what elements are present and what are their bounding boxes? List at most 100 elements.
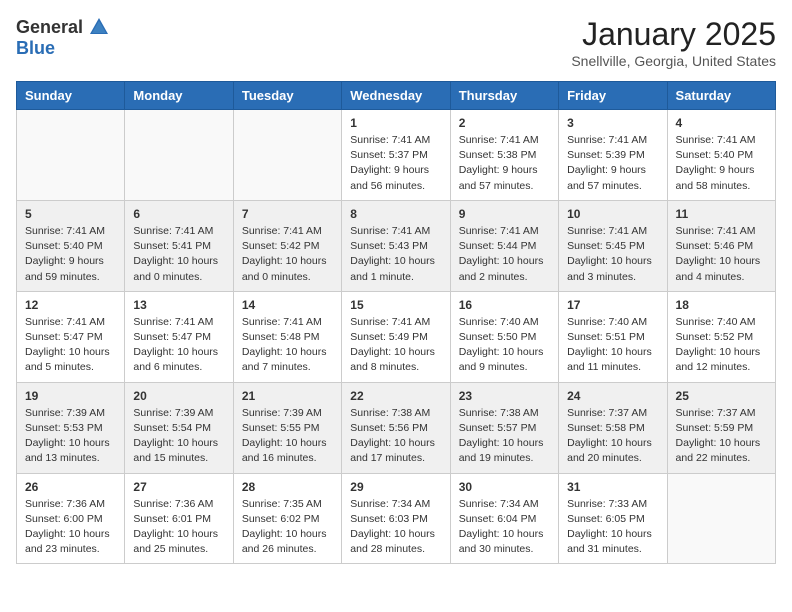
- day-info: Sunrise: 7:41 AM Sunset: 5:42 PM Dayligh…: [242, 224, 333, 285]
- day-number: 2: [459, 116, 550, 130]
- day-info: Sunrise: 7:39 AM Sunset: 5:55 PM Dayligh…: [242, 406, 333, 467]
- title-block: January 2025 Snellville, Georgia, United…: [571, 16, 776, 69]
- day-number: 5: [25, 207, 116, 221]
- calendar-week-row: 26 Sunrise: 7:36 AM Sunset: 6:00 PM Dayli…: [17, 473, 776, 564]
- day-info: Sunrise: 7:35 AM Sunset: 6:02 PM Dayligh…: [242, 497, 333, 558]
- day-number: 31: [567, 480, 658, 494]
- day-number: 10: [567, 207, 658, 221]
- day-number: 8: [350, 207, 441, 221]
- table-row: 30Sunrise: 7:34 AM Sunset: 6:04 PM Dayli…: [450, 473, 558, 564]
- day-info: Sunrise: 7:41 AM Sunset: 5:40 PM Dayligh…: [676, 133, 767, 194]
- table-row: 29 Sunrise: 7:34 AM Sunset: 6:03 PM Dayli…: [342, 473, 450, 564]
- table-row: 14 Sunrise: 7:41 AM Sunset: 5:48 PM Dayli…: [233, 291, 341, 382]
- day-info: Sunrise: 7:38 AM Sunset: 5:57 PM Dayligh…: [459, 406, 550, 467]
- day-number: 16: [459, 298, 550, 312]
- day-info: Sunrise: 7:36 AM Sunset: 6:00 PM Dayligh…: [25, 497, 116, 558]
- table-row: 6 Sunrise: 7:41 AM Sunset: 5:41 PM Daylig…: [125, 200, 233, 291]
- header-monday: Monday: [125, 82, 233, 110]
- day-number: 7: [242, 207, 333, 221]
- day-number: 21: [242, 389, 333, 403]
- day-info: Sunrise: 7:37 AM Sunset: 5:59 PM Dayligh…: [676, 406, 767, 467]
- day-number: 12: [25, 298, 116, 312]
- day-number: 14: [242, 298, 333, 312]
- table-row: [17, 110, 125, 201]
- day-number: 4: [676, 116, 767, 130]
- header-tuesday: Tuesday: [233, 82, 341, 110]
- day-info: Sunrise: 7:40 AM Sunset: 5:52 PM Dayligh…: [676, 315, 767, 376]
- day-info: Sunrise: 7:40 AM Sunset: 5:50 PM Dayligh…: [459, 315, 550, 376]
- day-info: Sunrise: 7:41 AM Sunset: 5:49 PM Dayligh…: [350, 315, 441, 376]
- day-number: 28: [242, 480, 333, 494]
- day-info: Sunrise: 7:34 AM Sunset: 6:03 PM Dayligh…: [350, 497, 441, 558]
- day-number: 29: [350, 480, 441, 494]
- table-row: [667, 473, 775, 564]
- table-row: 23 Sunrise: 7:38 AM Sunset: 5:57 PM Dayli…: [450, 382, 558, 473]
- table-row: 15Sunrise: 7:41 AM Sunset: 5:49 PM Dayli…: [342, 291, 450, 382]
- day-info: Sunrise: 7:39 AM Sunset: 5:54 PM Dayligh…: [133, 406, 224, 467]
- day-info: Sunrise: 7:41 AM Sunset: 5:37 PM Dayligh…: [350, 133, 441, 194]
- calendar-week-row: 19 Sunrise: 7:39 AM Sunset: 5:53 PM Dayli…: [17, 382, 776, 473]
- day-info: Sunrise: 7:41 AM Sunset: 5:38 PM Dayligh…: [459, 133, 550, 194]
- day-number: 26: [25, 480, 116, 494]
- table-row: 16 Sunrise: 7:40 AM Sunset: 5:50 PM Dayli…: [450, 291, 558, 382]
- day-number: 20: [133, 389, 224, 403]
- day-info: Sunrise: 7:41 AM Sunset: 5:39 PM Dayligh…: [567, 133, 658, 194]
- calendar-week-row: 12 Sunrise: 7:41 AM Sunset: 5:47 PM Dayli…: [17, 291, 776, 382]
- table-row: 26 Sunrise: 7:36 AM Sunset: 6:00 PM Dayli…: [17, 473, 125, 564]
- header-friday: Friday: [559, 82, 667, 110]
- table-row: 28 Sunrise: 7:35 AM Sunset: 6:02 PM Dayli…: [233, 473, 341, 564]
- day-info: Sunrise: 7:38 AM Sunset: 5:56 PM Dayligh…: [350, 406, 441, 467]
- header-wednesday: Wednesday: [342, 82, 450, 110]
- logo-general-text: General: [16, 17, 83, 38]
- day-number: 22: [350, 389, 441, 403]
- day-number: 24: [567, 389, 658, 403]
- table-row: 13Sunrise: 7:41 AM Sunset: 5:47 PM Dayli…: [125, 291, 233, 382]
- day-info: Sunrise: 7:40 AM Sunset: 5:51 PM Dayligh…: [567, 315, 658, 376]
- table-row: 22 Sunrise: 7:38 AM Sunset: 5:56 PM Dayli…: [342, 382, 450, 473]
- table-row: 5 Sunrise: 7:41 AM Sunset: 5:40 PM Daylig…: [17, 200, 125, 291]
- day-info: Sunrise: 7:41 AM Sunset: 5:41 PM Dayligh…: [133, 224, 224, 285]
- day-info: Sunrise: 7:41 AM Sunset: 5:46 PM Dayligh…: [676, 224, 767, 285]
- calendar-table: Sunday Monday Tuesday Wednesday Thursday…: [16, 81, 776, 564]
- calendar-header-row: Sunday Monday Tuesday Wednesday Thursday…: [17, 82, 776, 110]
- logo: General Blue: [16, 16, 110, 59]
- day-number: 1: [350, 116, 441, 130]
- day-info: Sunrise: 7:33 AM Sunset: 6:05 PM Dayligh…: [567, 497, 658, 558]
- day-info: Sunrise: 7:41 AM Sunset: 5:47 PM Dayligh…: [25, 315, 116, 376]
- day-number: 19: [25, 389, 116, 403]
- day-info: Sunrise: 7:41 AM Sunset: 5:43 PM Dayligh…: [350, 224, 441, 285]
- day-number: 6: [133, 207, 224, 221]
- header-saturday: Saturday: [667, 82, 775, 110]
- day-number: 23: [459, 389, 550, 403]
- table-row: 19 Sunrise: 7:39 AM Sunset: 5:53 PM Dayli…: [17, 382, 125, 473]
- day-number: 9: [459, 207, 550, 221]
- logo-blue-text: Blue: [16, 38, 55, 58]
- table-row: 1 Sunrise: 7:41 AM Sunset: 5:37 PM Daylig…: [342, 110, 450, 201]
- calendar-week-row: 1 Sunrise: 7:41 AM Sunset: 5:37 PM Daylig…: [17, 110, 776, 201]
- table-row: 18Sunrise: 7:40 AM Sunset: 5:52 PM Dayli…: [667, 291, 775, 382]
- table-row: [125, 110, 233, 201]
- day-info: Sunrise: 7:41 AM Sunset: 5:45 PM Dayligh…: [567, 224, 658, 285]
- table-row: 21 Sunrise: 7:39 AM Sunset: 5:55 PM Dayli…: [233, 382, 341, 473]
- day-number: 3: [567, 116, 658, 130]
- day-number: 13: [133, 298, 224, 312]
- table-row: 10 Sunrise: 7:41 AM Sunset: 5:45 PM Dayli…: [559, 200, 667, 291]
- table-row: 2 Sunrise: 7:41 AM Sunset: 5:38 PM Daylig…: [450, 110, 558, 201]
- table-row: 27Sunrise: 7:36 AM Sunset: 6:01 PM Dayli…: [125, 473, 233, 564]
- table-row: 31 Sunrise: 7:33 AM Sunset: 6:05 PM Dayli…: [559, 473, 667, 564]
- table-row: [233, 110, 341, 201]
- day-info: Sunrise: 7:39 AM Sunset: 5:53 PM Dayligh…: [25, 406, 116, 467]
- table-row: 17Sunrise: 7:40 AM Sunset: 5:51 PM Dayli…: [559, 291, 667, 382]
- day-info: Sunrise: 7:37 AM Sunset: 5:58 PM Dayligh…: [567, 406, 658, 467]
- header-sunday: Sunday: [17, 82, 125, 110]
- day-info: Sunrise: 7:41 AM Sunset: 5:48 PM Dayligh…: [242, 315, 333, 376]
- table-row: 9Sunrise: 7:41 AM Sunset: 5:44 PM Daylig…: [450, 200, 558, 291]
- location-text: Snellville, Georgia, United States: [571, 53, 776, 69]
- table-row: 12 Sunrise: 7:41 AM Sunset: 5:47 PM Dayli…: [17, 291, 125, 382]
- day-info: Sunrise: 7:34 AM Sunset: 6:04 PM Dayligh…: [459, 497, 550, 558]
- day-info: Sunrise: 7:41 AM Sunset: 5:40 PM Dayligh…: [25, 224, 116, 285]
- table-row: 20 Sunrise: 7:39 AM Sunset: 5:54 PM Dayli…: [125, 382, 233, 473]
- calendar-week-row: 5 Sunrise: 7:41 AM Sunset: 5:40 PM Daylig…: [17, 200, 776, 291]
- day-number: 11: [676, 207, 767, 221]
- table-row: 11 Sunrise: 7:41 AM Sunset: 5:46 PM Dayli…: [667, 200, 775, 291]
